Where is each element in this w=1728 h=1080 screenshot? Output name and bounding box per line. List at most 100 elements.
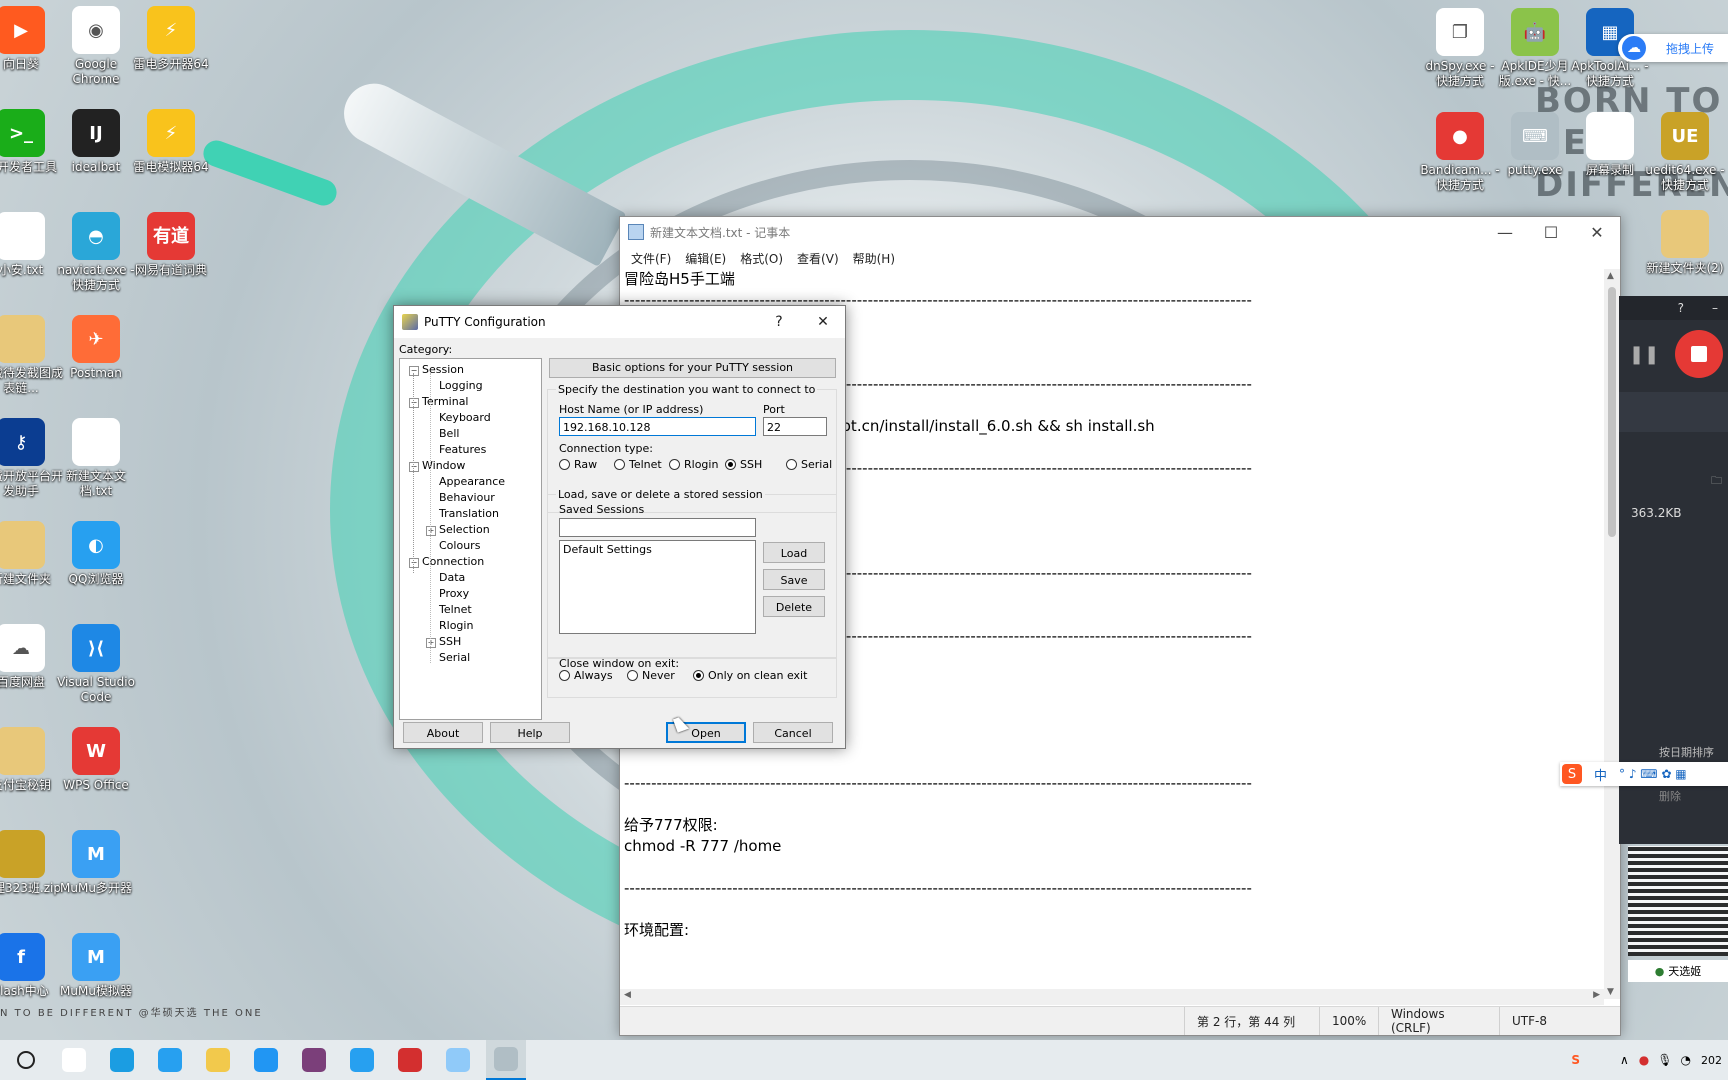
- sessions-list[interactable]: Default Settings: [559, 540, 756, 634]
- desktop-icon[interactable]: UE uedit64.exe - 快捷方式: [1645, 112, 1725, 193]
- record-tray-icon[interactable]: ●: [1639, 1053, 1649, 1067]
- minimize-icon[interactable]: –: [1712, 301, 1718, 315]
- load-button[interactable]: Load: [763, 542, 825, 563]
- saved-sessions-input[interactable]: [559, 518, 756, 537]
- category-tree[interactable]: Session − Logging Terminal − Keyboard Bell Feat…: [399, 358, 542, 720]
- tree-item[interactable]: Serial: [439, 651, 470, 664]
- desktop-icon[interactable]: ◓ navicat.exe - 快捷方式: [53, 212, 139, 293]
- desktop-icon[interactable]: ● Bandicam... - 快捷方式: [1420, 112, 1500, 193]
- desktop-icon[interactable]: 有道 网易有道词典: [128, 212, 214, 278]
- taskbar-app-game[interactable]: [294, 1040, 334, 1080]
- menu-item[interactable]: 文件(F): [624, 250, 678, 267]
- tree-item[interactable]: Appearance: [439, 475, 505, 488]
- taskbar-app-notepad[interactable]: [438, 1040, 478, 1080]
- tree-item[interactable]: Bell: [439, 427, 459, 440]
- connection-type-radio[interactable]: Serial: [786, 458, 832, 471]
- desktop-icon[interactable]: ⟩⟨ Visual Studio Code: [53, 624, 139, 705]
- session-item[interactable]: Default Settings: [563, 543, 752, 556]
- upload-badge[interactable]: ☁ 拖拽上传: [1618, 34, 1728, 62]
- desktop-icon[interactable]: ✈ Postman: [53, 315, 139, 381]
- microphone-icon[interactable]: 🎙: [1657, 1053, 1672, 1067]
- delete-button[interactable]: Delete: [763, 596, 825, 617]
- tree-item[interactable]: Rlogin: [439, 619, 473, 632]
- desktop-icon[interactable]: 新建文件夹(2): [1645, 210, 1725, 276]
- scroll-left-icon[interactable]: ◀: [624, 990, 631, 1000]
- chevron-up-icon[interactable]: ∧: [1620, 1053, 1629, 1067]
- vertical-scrollbar[interactable]: ▲ ▼: [1604, 269, 1620, 999]
- tree-item[interactable]: Features: [439, 443, 486, 456]
- tree-item[interactable]: Logging: [439, 379, 483, 392]
- connection-type-radio[interactable]: SSH: [725, 458, 762, 471]
- desktop-icon[interactable]: ◐ QQ浏览器: [53, 521, 139, 587]
- about-button[interactable]: About: [403, 722, 483, 743]
- tree-item[interactable]: Session: [422, 363, 464, 376]
- taskbar-app-bandicam[interactable]: [390, 1040, 430, 1080]
- collapse-icon[interactable]: −: [409, 558, 419, 568]
- tree-item[interactable]: Keyboard: [439, 411, 491, 424]
- tree-item[interactable]: SSH: [439, 635, 461, 648]
- desktop-icon[interactable]: M MuMu多开器: [53, 830, 139, 896]
- record-stop-button[interactable]: [1675, 330, 1724, 378]
- close-window-radio[interactable]: Only on clean exit: [693, 669, 807, 682]
- close-window-radio[interactable]: Always: [559, 669, 613, 682]
- tree-item[interactable]: Window: [422, 459, 465, 472]
- putty-config-dialog[interactable]: PuTTY Configuration ? ✕ Category: Sessio…: [393, 305, 846, 749]
- horizontal-scrollbar[interactable]: ◀ ▶: [620, 989, 1604, 1005]
- expand-icon[interactable]: +: [426, 526, 436, 536]
- menu-item[interactable]: 格式(O): [733, 250, 790, 267]
- collapse-icon[interactable]: −: [409, 462, 419, 472]
- collapse-icon[interactable]: −: [409, 366, 419, 376]
- minimize-button[interactable]: —: [1482, 217, 1528, 247]
- menu-item[interactable]: 查看(V): [790, 250, 846, 267]
- tree-item[interactable]: Telnet: [439, 603, 472, 616]
- connection-type-radio[interactable]: Telnet: [614, 458, 662, 471]
- menu-item[interactable]: 帮助(H): [846, 250, 902, 267]
- tree-item[interactable]: Data: [439, 571, 465, 584]
- qq-tray-icon[interactable]: ◔: [1681, 1053, 1691, 1067]
- host-input[interactable]: 192.168.10.128: [559, 417, 756, 436]
- desktop-icon[interactable]: 屏幕录制: [1570, 112, 1650, 178]
- folder-icon[interactable]: 🗀: [1711, 472, 1722, 491]
- sogou-tray-icon[interactable]: S: [1571, 1053, 1580, 1067]
- notepad-titlebar[interactable]: 新建文本文档.txt - 记事本 — ☐ ✕: [620, 217, 1620, 247]
- ime-tools-icon[interactable]: ° ♪ ⌨ ✿ ▦: [1619, 767, 1687, 781]
- taskbar-app-file-explorer[interactable]: [198, 1040, 238, 1080]
- maximize-button[interactable]: ☐: [1528, 217, 1574, 247]
- save-button[interactable]: Save: [763, 569, 825, 590]
- taskbar-app-app-blue[interactable]: [246, 1040, 286, 1080]
- ime-mode[interactable]: 中: [1594, 765, 1607, 784]
- desktop-icon[interactable]: W WPS Office: [53, 727, 139, 793]
- scroll-up-icon[interactable]: ▲: [1607, 271, 1614, 281]
- connection-type-radio[interactable]: Rlogin: [669, 458, 718, 471]
- taskbar-app-putty[interactable]: [486, 1040, 526, 1080]
- desktop-icon[interactable]: IJ idealbat: [53, 109, 139, 175]
- tree-item[interactable]: Terminal: [422, 395, 469, 408]
- desktop-icon[interactable]: ❐ dnSpy.exe - 快捷方式: [1420, 8, 1500, 89]
- help-dialog-button[interactable]: Help: [490, 722, 570, 743]
- taskbar-app-qq-browser[interactable]: [150, 1040, 190, 1080]
- desktop-icon[interactable]: ⌨ putty.exe: [1495, 112, 1575, 178]
- clock[interactable]: 202: [1701, 1054, 1722, 1067]
- putty-titlebar[interactable]: PuTTY Configuration ? ✕: [394, 306, 845, 338]
- ime-toolbar[interactable]: S 中 ° ♪ ⌨ ✿ ▦: [1560, 762, 1728, 786]
- sort-by-date[interactable]: 按日期排序: [1659, 744, 1714, 760]
- help-icon[interactable]: ?: [1678, 301, 1684, 315]
- tree-item[interactable]: Selection: [439, 523, 490, 536]
- delete-label[interactable]: 删除: [1659, 788, 1681, 804]
- taskbar-app-qq-browser-2[interactable]: [342, 1040, 382, 1080]
- desktop-icon[interactable]: M MuMu模拟器: [53, 933, 139, 999]
- tree-item[interactable]: Connection: [422, 555, 484, 568]
- desktop-icon[interactable]: ◉ Google Chrome: [53, 6, 139, 87]
- start-search-button[interactable]: [6, 1040, 46, 1080]
- scroll-down-icon[interactable]: ▼: [1607, 987, 1614, 997]
- tree-item[interactable]: Translation: [439, 507, 499, 520]
- tree-item[interactable]: Proxy: [439, 587, 469, 600]
- desktop-icon[interactable]: ⚡ 雷电多开器64: [128, 6, 214, 72]
- close-button[interactable]: ✕: [801, 306, 845, 338]
- help-button[interactable]: ?: [757, 306, 801, 338]
- collapse-icon[interactable]: −: [409, 398, 419, 408]
- tree-item[interactable]: Colours: [439, 539, 480, 552]
- taskbar-app-search[interactable]: [54, 1040, 94, 1080]
- connection-type-radio[interactable]: Raw: [559, 458, 597, 471]
- expand-icon[interactable]: +: [426, 638, 436, 648]
